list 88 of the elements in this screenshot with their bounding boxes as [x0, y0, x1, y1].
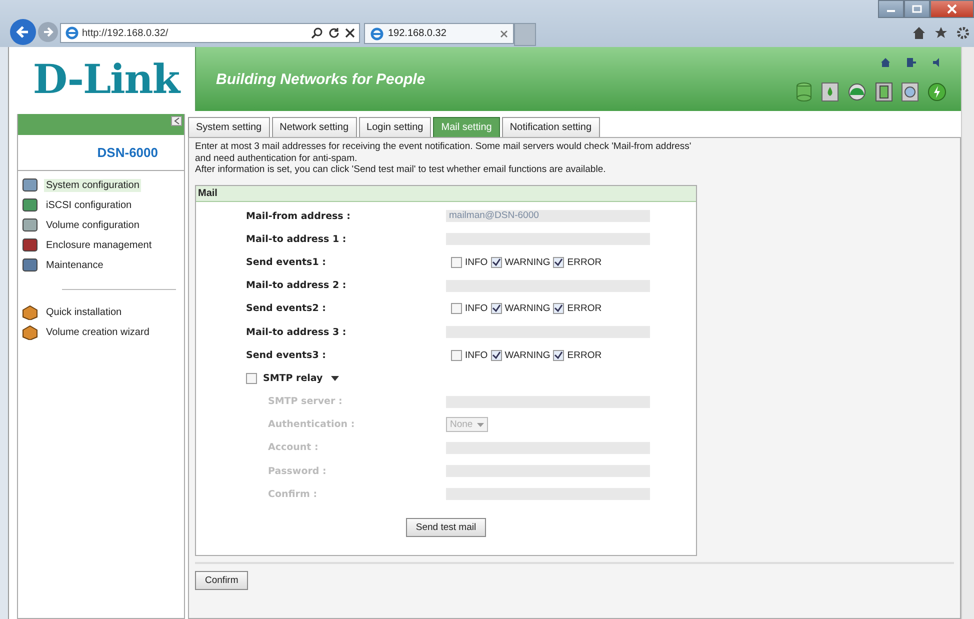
sidebar-item[interactable]: Maintenance	[44, 258, 106, 272]
switch-icon[interactable]	[875, 82, 893, 102]
chevron-icon	[174, 117, 180, 125]
globe-icon	[370, 26, 384, 40]
field-label: SMTP relay	[263, 372, 323, 384]
caret-icon	[477, 422, 484, 427]
gauge-icon[interactable]	[847, 82, 867, 102]
slogan: Building Networks for People	[216, 70, 426, 88]
intro-text: Enter at most 3 mail addresses for receiving the event notification. Some mail servers would check 'Mail-from address' and need authentication for anti-spam.	[195, 141, 692, 164]
close-button[interactable]	[930, 0, 974, 18]
minimize-button[interactable]	[878, 0, 904, 18]
database-icon[interactable]	[795, 82, 813, 102]
checkbox-label: INFO	[465, 303, 488, 314]
box-icon	[22, 324, 38, 340]
settings-icon[interactable]	[956, 26, 970, 40]
menu-icon	[22, 177, 38, 193]
droplet-icon[interactable]	[821, 82, 839, 102]
close-icon	[947, 4, 957, 14]
tab[interactable]: Login setting	[358, 117, 432, 137]
box-icon	[22, 304, 38, 320]
field-label: Send events3 :	[246, 350, 327, 361]
caret-icon[interactable]	[330, 376, 339, 381]
checkbox-label: INFO	[465, 350, 488, 361]
sidebar-item[interactable]: Enclosure management	[44, 238, 154, 252]
refresh-icon[interactable]	[328, 27, 340, 39]
address-bar[interactable]: http://192.168.0.32/	[60, 23, 360, 43]
checkbox-label: ERROR	[567, 303, 602, 314]
sidebar-item[interactable]: System configuration	[44, 178, 142, 192]
checkbox[interactable]	[553, 303, 564, 314]
checkbox-label: ERROR	[567, 256, 602, 268]
menu-icon	[22, 257, 38, 273]
collapse-button[interactable]	[171, 116, 182, 126]
panel-title: Mail	[196, 186, 696, 202]
tab[interactable]: Network setting	[272, 117, 357, 137]
checkbox[interactable]	[490, 350, 502, 361]
confirm-button[interactable]: Confirm	[195, 570, 248, 590]
checkbox-label: WARNING	[504, 256, 550, 268]
forward-arrow-icon	[42, 26, 54, 38]
sidebar-item[interactable]: Volume configuration	[44, 218, 142, 232]
maximize-button[interactable]	[904, 0, 930, 18]
field-label: Confirm :	[267, 488, 318, 500]
menu-icon	[22, 217, 38, 233]
browser-tab[interactable]: 192.168.0.32	[364, 23, 514, 44]
field-label: Mail-to address 1 :	[246, 234, 348, 245]
model-name: DSN-6000	[18, 135, 184, 171]
field-label: Send events2 :	[246, 303, 327, 314]
checkbox-label: ERROR	[567, 350, 602, 361]
menu-icon	[22, 197, 38, 213]
field-label: Account :	[267, 442, 320, 454]
field-label: Password :	[267, 466, 328, 477]
checkbox[interactable]	[490, 303, 502, 314]
checkbox[interactable]	[490, 256, 502, 268]
field-label: Mail-from address :	[246, 210, 352, 222]
maximize-icon	[912, 5, 922, 13]
tab[interactable]: System setting	[188, 117, 270, 137]
checkbox-label: WARNING	[504, 303, 550, 314]
sidebar-item[interactable]: Quick installation	[44, 306, 124, 318]
field-label: SMTP server :	[267, 396, 344, 408]
checkbox-label: WARNING	[504, 350, 550, 361]
field-label: Authentication :	[267, 419, 356, 430]
door-icon[interactable]	[906, 56, 917, 68]
home-icon[interactable]	[880, 56, 891, 68]
home-icon[interactable]	[912, 26, 926, 40]
scrollbar[interactable]	[961, 47, 974, 619]
checkbox[interactable]	[451, 350, 462, 361]
send-test-mail-button[interactable]: Send test mail	[406, 518, 486, 537]
field-label: Mail-to address 3 :	[246, 326, 348, 338]
field-label: Send events1 :	[246, 256, 327, 268]
search-icon[interactable]	[311, 27, 323, 39]
menu-icon	[22, 237, 38, 253]
checkbox[interactable]	[451, 256, 462, 268]
power-icon[interactable]	[927, 82, 947, 102]
globe-icon	[65, 26, 79, 40]
checkbox[interactable]	[553, 350, 564, 361]
checkbox[interactable]	[451, 303, 462, 314]
sidebar-item[interactable]: Volume creation wizard	[44, 326, 152, 338]
forward-button[interactable]	[38, 22, 58, 42]
sidebar-item[interactable]: iSCSI configuration	[44, 198, 134, 212]
logo: D-Link	[32, 56, 180, 102]
field-label: Mail-to address 2 :	[246, 280, 348, 292]
checkbox[interactable]	[553, 256, 564, 268]
tab[interactable]: Notification setting	[502, 117, 600, 137]
star-icon[interactable]	[934, 26, 948, 40]
checkbox-label: INFO	[465, 256, 488, 268]
intro-text: After information is set, you can click 'Send test mail' to test whether email functions are available.	[195, 164, 607, 176]
checkbox[interactable]	[246, 372, 257, 384]
back-button[interactable]	[10, 19, 36, 45]
close-icon[interactable]	[345, 28, 355, 38]
